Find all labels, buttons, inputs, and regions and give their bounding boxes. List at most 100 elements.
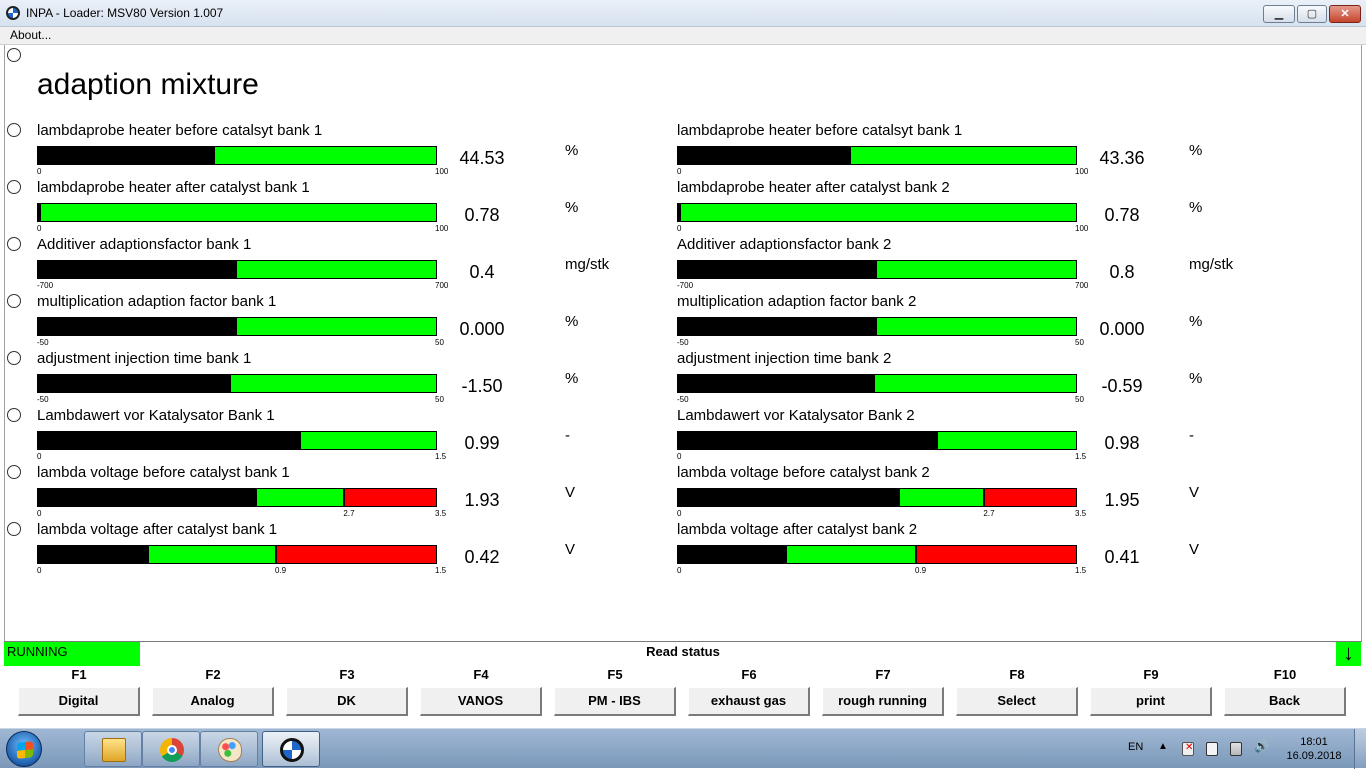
bar-fill [678,147,851,164]
row-radio[interactable] [7,465,21,479]
show-desktop-button[interactable] [1354,729,1366,769]
fkey-button-f5[interactable]: PM - IBS [554,687,676,716]
taskbar-inpa[interactable] [262,731,320,767]
fkey-label-f2: F2 [205,667,221,682]
fkey-button-f3[interactable]: DK [286,687,408,716]
measurement-unit: mg/stk [1189,256,1234,273]
measurement-unit: % [1189,142,1203,159]
minimize-button[interactable]: ▁ [1263,5,1295,23]
bar-tick-label: -50 [677,338,689,347]
measurement-label: Lambdawert vor Katalysator Bank 1 [37,407,275,424]
fkey-button-f2[interactable]: Analog [152,687,274,716]
battery-icon[interactable] [1206,742,1218,756]
fkey-button-f1[interactable]: Digital [18,687,140,716]
bar-threshold [982,489,985,506]
bar-tick-label: 0 [37,452,42,461]
bar-tick-label: 2.7 [983,509,995,518]
measurement-label: lambda voltage before catalyst bank 2 [677,464,930,481]
volume-icon[interactable]: 🔊 [1254,739,1269,757]
fkey-button-f4[interactable]: VANOS [420,687,542,716]
measurement-label: adjustment injection time bank 1 [37,350,252,367]
measurement-value: 0.8 [1109,262,1135,282]
measurement-bar [677,374,1077,393]
fkey-button-f6[interactable]: exhaust gas [688,687,810,716]
bar-red-zone [276,546,436,563]
function-key-bar: F1 Digital F2 Analog F3 DK F4 VANOS F5 PM - IBS F6… [4,666,1362,728]
bar-fill [678,489,900,506]
row-radio[interactable] [7,408,21,422]
arrow-down-icon[interactable]: ↓ [1336,642,1361,666]
row-radio[interactable] [7,351,21,365]
row-radio[interactable] [7,237,21,251]
clock[interactable]: 18:01 16.09.2018 [1282,735,1346,775]
bar-tick-label: 0 [677,167,682,176]
measurement-label: lambdaprobe heater before catalsyt bank … [37,122,323,139]
bar-tick-label: 0 [677,509,682,518]
measurement-bar [677,488,1077,507]
measurement-bar [677,317,1077,336]
tray-expand-icon[interactable]: ▲ [1158,741,1168,781]
bar-fill [38,147,216,164]
menu-bar: About... [0,27,1366,45]
row-radio[interactable] [7,522,21,536]
measurement-label: adjustment injection time bank 2 [677,350,892,367]
fkey-button-f7[interactable]: rough running [822,687,944,716]
title-radio[interactable] [7,48,21,62]
bar-threshold [914,546,917,563]
bar-tick-label: -50 [677,395,689,404]
bar-red-zone [984,489,1076,506]
bar-tick-label: 0 [37,509,42,518]
measurement-unit: V [1189,541,1200,558]
row-radio[interactable] [7,180,21,194]
bar-fill [38,546,150,563]
row-radio[interactable] [7,123,21,137]
taskbar-paint[interactable] [200,731,258,767]
fkey-button-f8[interactable]: Select [956,687,1078,716]
measurement-bar [677,146,1077,165]
fkey-label-f5: F5 [607,667,623,682]
close-button[interactable]: ✕ [1329,5,1361,23]
network-icon[interactable] [1230,742,1242,756]
bar-fill [38,375,232,392]
bar-tick-label: 0.9 [275,566,287,575]
action-center-icon[interactable] [1182,742,1194,756]
row-radio[interactable] [7,294,21,308]
bar-fill [678,318,877,335]
measurement-value: 0.41 [1104,547,1140,567]
bar-fill [38,489,258,506]
bar-tick-label: 0 [677,224,682,233]
measurement-unit: mg/stk [565,256,610,273]
menu-about[interactable]: About... [10,28,51,42]
fkey-button-f9[interactable]: print [1090,687,1212,716]
taskbar-chrome[interactable] [142,731,200,767]
fkey-button-f10[interactable]: Back [1224,687,1346,716]
bar-fill [678,375,875,392]
window-title: INPA - Loader: MSV80 Version 1.007 [26,6,224,20]
measurement-bar [677,545,1077,564]
bar-fill [678,204,682,221]
measurement-value: 0.99 [464,433,500,453]
taskbar-explorer[interactable] [84,731,142,767]
measurement-bar [677,431,1077,450]
title-bar[interactable]: INPA - Loader: MSV80 Version 1.007 ▁ ▢ ✕ [0,0,1366,27]
fkey-label-f10: F10 [1273,667,1297,682]
bar-tick-label: -700 [677,281,694,290]
language-indicator[interactable]: EN [1128,741,1143,781]
start-button[interactable] [6,731,42,767]
measurement-label: Lambdawert vor Katalysator Bank 2 [677,407,915,424]
status-text: Read status [646,644,720,659]
measurement-unit: - [565,427,570,444]
measurement-value: 0.78 [464,205,500,225]
chrome-icon [160,738,184,762]
measurement-label: Additiver adaptionsfactor bank 2 [677,236,892,253]
bmw-inpa-icon [280,738,304,762]
measurement-value: 0.000 [1099,319,1145,339]
measurement-label: lambda voltage before catalyst bank 1 [37,464,290,481]
measurement-bar [37,146,437,165]
measurement-unit: % [1189,370,1203,387]
measurement-value: -0.59 [1101,376,1143,396]
measurement-unit: % [565,370,579,387]
bar-tick-label: -700 [37,281,54,290]
maximize-button[interactable]: ▢ [1297,5,1327,23]
bar-red-zone [916,546,1076,563]
